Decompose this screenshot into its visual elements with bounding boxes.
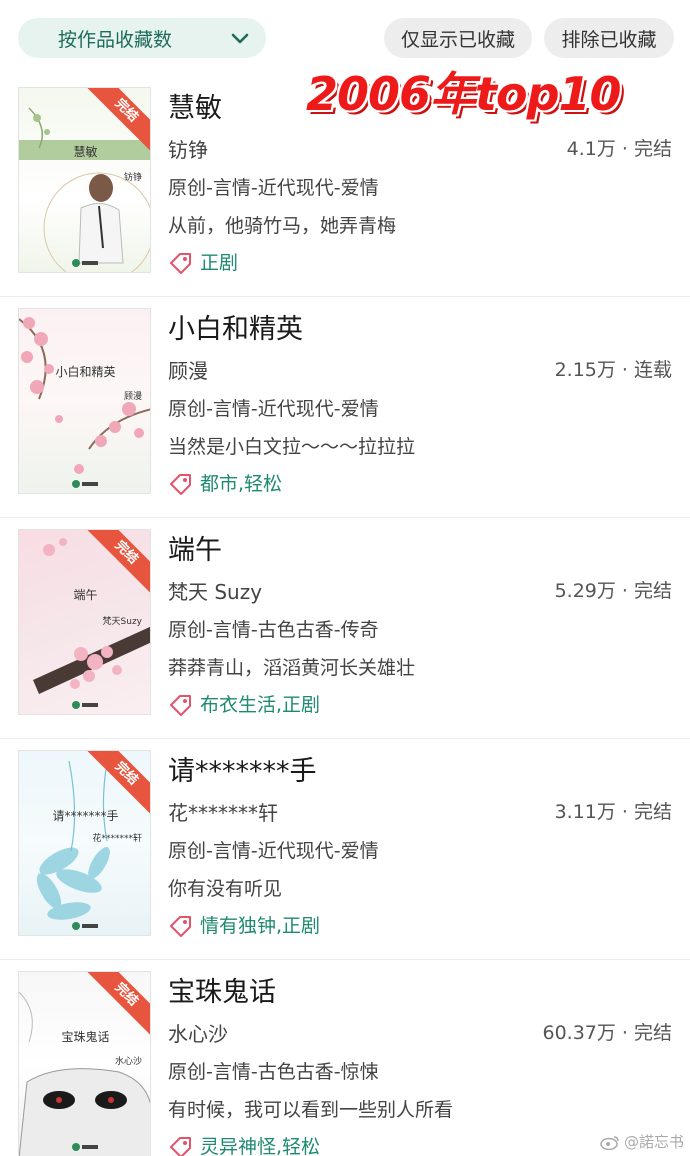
cover-title: 请*******手 [52, 809, 119, 823]
weibo-icon [600, 1135, 619, 1150]
cover-title: 小白和精英 [55, 365, 116, 379]
watermark-text: @諾忘书 [623, 1133, 684, 1151]
book-title[interactable]: 慧敏 [168, 86, 222, 125]
publisher-logo-icon [72, 701, 98, 709]
book-tags[interactable]: 情有独钟,正剧 [168, 911, 320, 938]
book-tags-label: 都市,轻松 [200, 473, 283, 495]
tag-icon [170, 1136, 191, 1156]
book-cover[interactable]: 小白和精英 顾漫 [18, 308, 151, 494]
cover-author: 钫铮 [123, 173, 142, 183]
book-stats: 5.29万 · 完结 [554, 580, 672, 602]
book-item[interactable]: 小白和精英 顾漫 小白和精英 顾漫 2.15万 · 连载 原创-言情-近代现代-… [0, 297, 690, 518]
book-item[interactable]: 慧敏 钫铮 完结 慧敏 钫铮 4.1万 · 完结 原创-言情-近代现代-爱情 从… [0, 76, 690, 297]
book-list: 慧敏 钫铮 完结 慧敏 钫铮 4.1万 · 完结 原创-言情-近代现代-爱情 从… [0, 76, 690, 1156]
book-title[interactable]: 端午 [168, 528, 222, 567]
publisher-logo-icon [72, 1143, 98, 1151]
book-description: 从前，他骑竹马，她弄青梅 [168, 215, 397, 237]
book-cover[interactable]: 端午 梵天Suzy 完结 [18, 529, 151, 715]
book-description: 莽莽青山，滔滔黄河长关雄壮 [168, 657, 416, 679]
cover-author: 梵天Suzy [102, 617, 142, 627]
book-cover[interactable]: 慧敏 钫铮 完结 [18, 87, 151, 273]
book-tags[interactable]: 布衣生活,正剧 [168, 690, 320, 717]
book-author[interactable]: 顾漫 [168, 355, 208, 384]
tag-icon [170, 473, 191, 495]
cover-author: 顾漫 [123, 392, 142, 402]
book-description: 你有没有听见 [168, 878, 283, 900]
book-stats: 2.15万 · 连载 [554, 359, 672, 381]
book-category: 原创-言情-近代现代-爱情 [168, 398, 379, 420]
book-cover[interactable]: 请*******手 花*******轩 完结 [18, 750, 151, 936]
book-item[interactable]: 端午 梵天Suzy 完结 端午 梵天 Suzy 5.29万 · 完结 原创-言情… [0, 518, 690, 739]
show-favorited-only-button[interactable]: 仅显示已收藏 [384, 18, 532, 58]
book-category: 原创-言情-古色古香-惊悚 [168, 1061, 379, 1083]
publisher-logo-icon [72, 259, 98, 267]
exclude-favorited-button[interactable]: 排除已收藏 [544, 18, 674, 58]
book-tags-label: 正剧 [200, 252, 239, 274]
book-item[interactable]: 宝珠鬼话 水心沙 完结 宝珠鬼话 水心沙 60.37万 · 完结 原创-言情-古… [0, 960, 690, 1156]
cover-title: 端午 [73, 588, 98, 602]
book-tags[interactable]: 都市,轻松 [168, 469, 282, 496]
book-stats: 60.37万 · 完结 [542, 1022, 672, 1044]
book-category: 原创-言情-古色古香-传奇 [168, 619, 379, 641]
book-title[interactable]: 请*******手 [168, 749, 317, 788]
book-author[interactable]: 钫铮 [168, 134, 208, 163]
cover-title: 宝珠鬼话 [61, 1030, 110, 1044]
book-author[interactable]: 花*******轩 [168, 797, 278, 826]
watermark: @諾忘书 [599, 1131, 684, 1152]
cover-author: 花*******轩 [92, 834, 142, 844]
tag-icon [170, 694, 191, 716]
book-category: 原创-言情-近代现代-爱情 [168, 177, 379, 199]
book-stats: 3.11万 · 完结 [554, 801, 672, 823]
book-tags[interactable]: 灵异神怪,轻松 [168, 1132, 320, 1156]
book-tags-label: 情有独钟,正剧 [200, 915, 321, 937]
book-tags-label: 布衣生活,正剧 [200, 694, 321, 716]
book-category: 原创-言情-近代现代-爱情 [168, 840, 379, 862]
book-title[interactable]: 小白和精英 [168, 307, 303, 346]
cover-author: 水心沙 [114, 1057, 142, 1067]
cover-title: 慧敏 [73, 145, 98, 159]
chevron-down-icon [231, 33, 249, 44]
book-item[interactable]: 请*******手 花*******轩 完结 请*******手 花******… [0, 739, 690, 960]
sort-dropdown[interactable]: 按作品收藏数 [18, 18, 266, 58]
book-title[interactable]: 宝珠鬼话 [168, 970, 276, 1009]
publisher-logo-icon [72, 922, 98, 930]
publisher-logo-icon [72, 480, 98, 488]
book-cover[interactable]: 宝珠鬼话 水心沙 完结 [18, 971, 151, 1156]
tag-icon [170, 252, 191, 274]
book-author[interactable]: 水心沙 [168, 1018, 228, 1047]
book-stats: 4.1万 · 完结 [566, 138, 672, 160]
book-description: 当然是小白文拉～～～拉拉拉 [168, 436, 416, 458]
book-author[interactable]: 梵天 Suzy [168, 576, 262, 605]
book-description: 有时候，我可以看到一些别人所看 [168, 1099, 454, 1121]
sort-dropdown-label: 按作品收藏数 [58, 28, 173, 51]
book-tags[interactable]: 正剧 [168, 248, 238, 275]
book-tags-label: 灵异神怪,轻松 [200, 1136, 321, 1156]
tag-icon [170, 915, 191, 937]
